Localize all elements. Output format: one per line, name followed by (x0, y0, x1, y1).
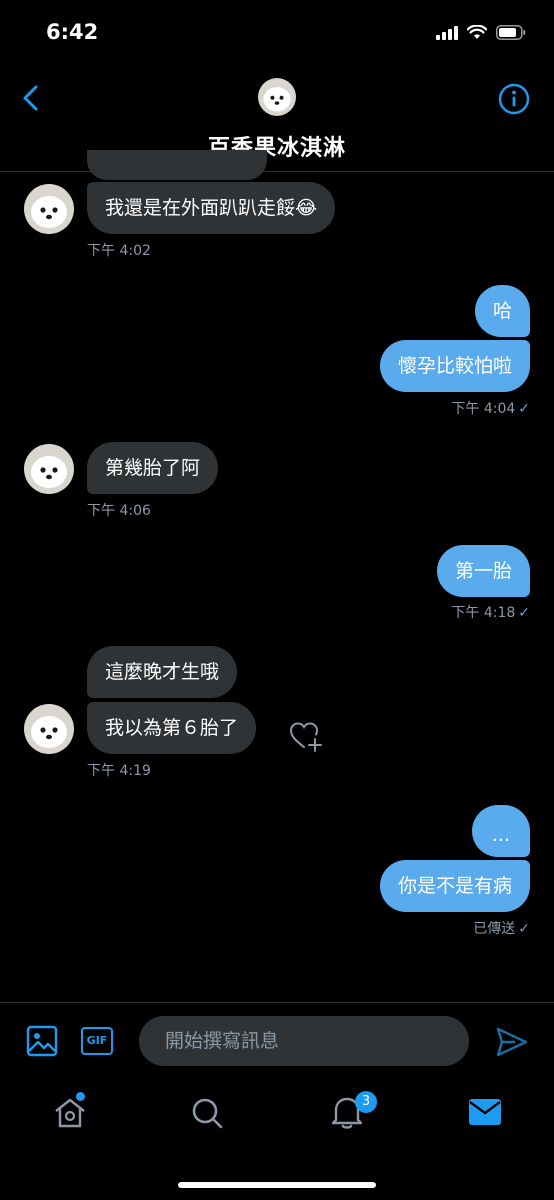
read-check-icon: ✓ (518, 605, 530, 621)
message-input-placeholder: 開始撰寫訊息 (165, 1030, 280, 1052)
contact-name: 百香果冰淇淋 (207, 136, 346, 161)
contact-avatar[interactable] (258, 78, 296, 116)
notification-count-badge: 3 (355, 1091, 377, 1113)
like-heart-plus-icon[interactable] (289, 720, 323, 752)
message-bubble-incoming-cropped (87, 150, 267, 180)
message-bubble-incoming[interactable]: 第幾胎了阿 (87, 442, 219, 494)
cellular-signal-icon (436, 24, 458, 40)
sent-check-icon: ✓ (518, 921, 530, 937)
status-time: 6:42 (46, 20, 99, 44)
message-timestamp: 下午 4:18 ✓ (451, 602, 530, 622)
message-bubble-outgoing[interactable]: 你是不是有病 (379, 860, 530, 912)
contact-avatar[interactable] (24, 704, 74, 754)
timestamp-text: 下午 4:18 (451, 605, 516, 621)
message-bubble-outgoing[interactable]: 哈 (474, 285, 530, 337)
tab-messages-mail-icon[interactable] (468, 1098, 502, 1126)
battery-icon (496, 24, 526, 40)
gif-button[interactable]: GIF (81, 1027, 113, 1055)
tab-search-icon[interactable] (190, 1096, 224, 1130)
message-timestamp: 下午 4:04 ✓ (451, 398, 530, 418)
message-bubble-incoming[interactable]: 我還是在外面趴趴走餒😂 (87, 182, 336, 234)
message-timestamp: 下午 4:02 (87, 243, 151, 259)
message-status: 已傳送 ✓ (473, 918, 530, 938)
timestamp-text: 下午 4:04 (451, 401, 516, 417)
wifi-icon (467, 24, 487, 39)
back-arrow-icon[interactable] (16, 82, 48, 114)
message-composer: GIF 開始撰寫訊息 (0, 1002, 554, 1083)
message-timestamp: 下午 4:06 (87, 503, 151, 519)
contact-avatar[interactable] (24, 184, 74, 234)
gif-label: GIF (86, 1034, 108, 1047)
message-bubble-incoming[interactable]: 我以為第６胎了 (87, 702, 257, 754)
info-icon[interactable] (498, 83, 530, 115)
new-activity-dot (76, 1092, 85, 1101)
tab-notifications[interactable]: 3 (330, 1091, 377, 1134)
message-bubble-incoming[interactable]: 這麼晚才生哦 (87, 646, 238, 698)
message-bubble-outgoing[interactable]: ... (471, 805, 530, 857)
message-timestamp: 下午 4:19 (87, 763, 151, 779)
home-indicator[interactable] (178, 1182, 376, 1188)
message-input[interactable]: 開始撰寫訊息 (139, 1016, 469, 1066)
status-bar: 6:42 (0, 0, 554, 70)
bottom-tab-bar: 3 (0, 1082, 554, 1200)
message-bubble-outgoing[interactable]: 懷孕比較怕啦 (379, 340, 530, 392)
conversation-header: 百香果冰淇淋 (0, 70, 554, 172)
image-upload-icon[interactable] (26, 1025, 58, 1057)
send-icon[interactable] (495, 1025, 529, 1059)
message-bubble-outgoing[interactable]: 第一胎 (436, 545, 530, 597)
read-check-icon: ✓ (518, 401, 530, 417)
system-icons (436, 24, 526, 40)
sent-status-text: 已傳送 (473, 921, 516, 937)
contact-avatar[interactable] (24, 444, 74, 494)
tab-home[interactable] (50, 1092, 90, 1132)
